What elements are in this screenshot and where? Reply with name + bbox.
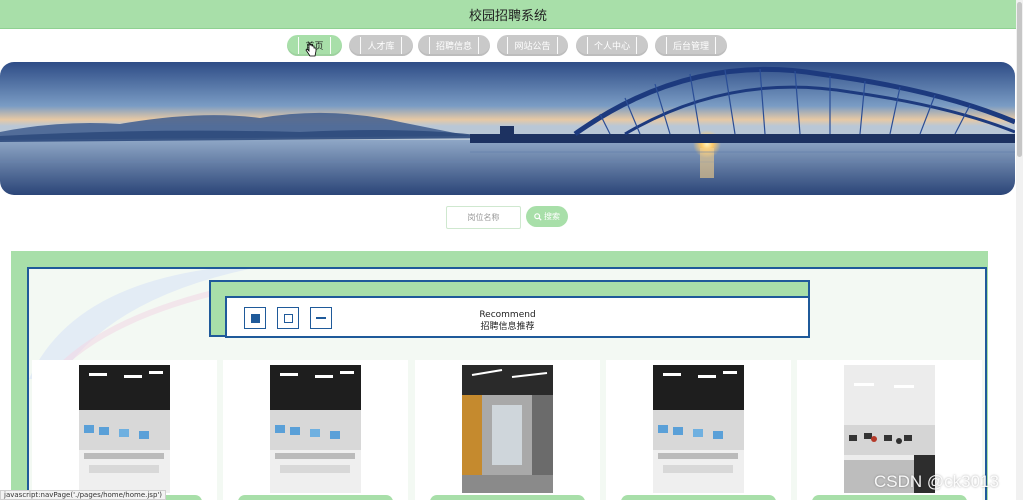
layout-minus-button[interactable] [310, 307, 332, 329]
search-button[interactable]: 搜索 [526, 206, 568, 227]
search-input[interactable]: 岗位名称 [446, 206, 521, 229]
card-button[interactable] [621, 495, 776, 500]
nav-item-label: 后台管理 [665, 37, 716, 54]
scrollbar-thumb[interactable] [1017, 2, 1022, 157]
hollow-square-icon [283, 313, 293, 323]
card-button[interactable] [812, 495, 967, 500]
minus-icon [316, 317, 326, 319]
filled-square-icon [250, 313, 260, 323]
recommend-title-en: Recommend [479, 310, 536, 320]
nav-item-admin[interactable]: 后台管理 [655, 35, 727, 56]
job-card[interactable] [606, 360, 791, 500]
nav-item-label: 个人中心 [586, 37, 637, 54]
card-button[interactable] [430, 495, 585, 500]
nav-item-label: 网站公告 [507, 37, 558, 54]
layout-hollow-square-button[interactable] [277, 307, 299, 329]
job-card[interactable] [415, 360, 600, 500]
office-photo [79, 365, 170, 493]
nav-item-label: 人才库 [360, 37, 402, 54]
nav-item-personal-center[interactable]: 个人中心 [576, 35, 648, 56]
hand-cursor-icon [305, 42, 317, 57]
search-placeholder: 岗位名称 [467, 213, 500, 222]
recommend-title-cn: 招聘信息推荐 [480, 322, 535, 332]
status-bar-link: javascript:navPage('./pages/home/home.js… [0, 490, 167, 500]
job-card[interactable] [223, 360, 408, 500]
office-corridor-photo [462, 365, 553, 493]
page-scrollbar[interactable] [1016, 0, 1023, 500]
layout-filled-square-button[interactable] [244, 307, 266, 329]
watermark: CSDN @ck3013 [874, 472, 999, 491]
search-button-label: 搜索 [544, 212, 560, 221]
site-title: 校园招聘系统 [468, 8, 547, 24]
nav-item-announcements[interactable]: 网站公告 [497, 35, 568, 56]
office-photo [653, 365, 744, 493]
recommend-title: Recommend 招聘信息推荐 [460, 309, 555, 333]
hero-banner [0, 62, 1015, 195]
job-card[interactable] [32, 360, 217, 500]
search-icon [534, 212, 542, 221]
nav-item-jobs[interactable]: 招聘信息 [418, 35, 490, 56]
main-nav: 首页 人才库 招聘信息 网站公告 个人中心 后台管理 [0, 35, 1016, 56]
nav-item-talent[interactable]: 人才库 [349, 35, 413, 56]
nav-item-label: 招聘信息 [428, 37, 479, 54]
card-button[interactable] [238, 495, 393, 500]
office-photo [270, 365, 361, 493]
bridge-sunset-image [0, 62, 1015, 195]
site-title-bar: 校园招聘系统 [0, 0, 1016, 29]
